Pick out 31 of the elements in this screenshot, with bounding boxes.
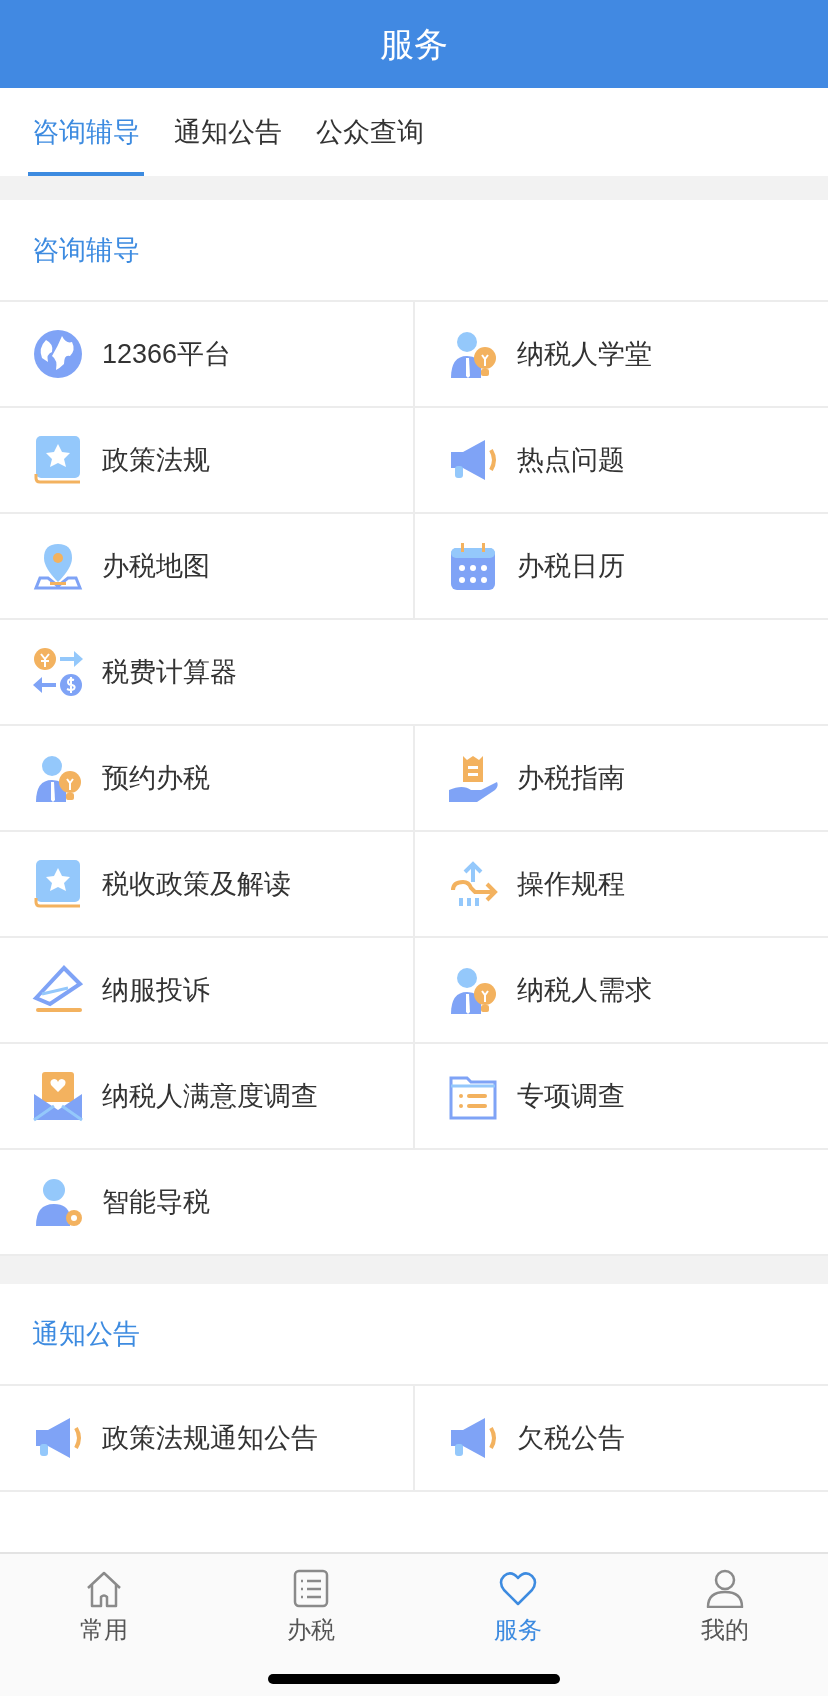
service-item[interactable]: 纳税人满意度调查	[0, 1044, 415, 1148]
nav-tab[interactable]: 常用	[0, 1568, 207, 1648]
service-item[interactable]: 热点问题	[415, 408, 828, 512]
service-item[interactable]: 办税指南	[415, 726, 828, 830]
service-item[interactable]: 税费计算器	[0, 620, 828, 724]
service-item[interactable]: 政策法规	[0, 408, 415, 512]
service-item[interactable]: 操作规程	[415, 832, 828, 936]
exchange-icon	[32, 646, 84, 698]
page-title: 服务	[380, 22, 448, 66]
nav-tab[interactable]: 我的	[621, 1568, 828, 1648]
mail-heart-icon	[32, 1070, 84, 1122]
tab[interactable]: 通知公告	[170, 88, 286, 176]
section-title: 通知公告	[32, 1317, 140, 1351]
service-item[interactable]: 办税地图	[0, 514, 415, 618]
service-item[interactable]: 纳税人需求	[415, 938, 828, 1042]
service-item[interactable]: 预约办税	[0, 726, 415, 830]
service-item[interactable]: 纳服投诉	[0, 938, 415, 1042]
user-icon	[704, 1568, 745, 1608]
service-item[interactable]: 智能导税	[0, 1150, 828, 1254]
service-item[interactable]: 办税日历	[415, 514, 828, 618]
service-item[interactable]: 纳税人学堂	[415, 302, 828, 406]
tab[interactable]: 咨询辅导	[28, 88, 144, 176]
globe-icon	[32, 328, 84, 380]
tab[interactable]: 公众查询	[312, 88, 428, 176]
service-item[interactable]: 专项调查	[415, 1044, 828, 1148]
service-item[interactable]: 税收政策及解读	[0, 832, 415, 936]
nav-tab[interactable]: 办税	[207, 1568, 414, 1648]
service-item[interactable]: 政策法规通知公告	[0, 1386, 415, 1490]
service-item[interactable]: 12366平台	[0, 302, 415, 406]
service-item[interactable]: 欠税公告	[415, 1386, 828, 1490]
section-title: 咨询辅导	[32, 233, 140, 267]
